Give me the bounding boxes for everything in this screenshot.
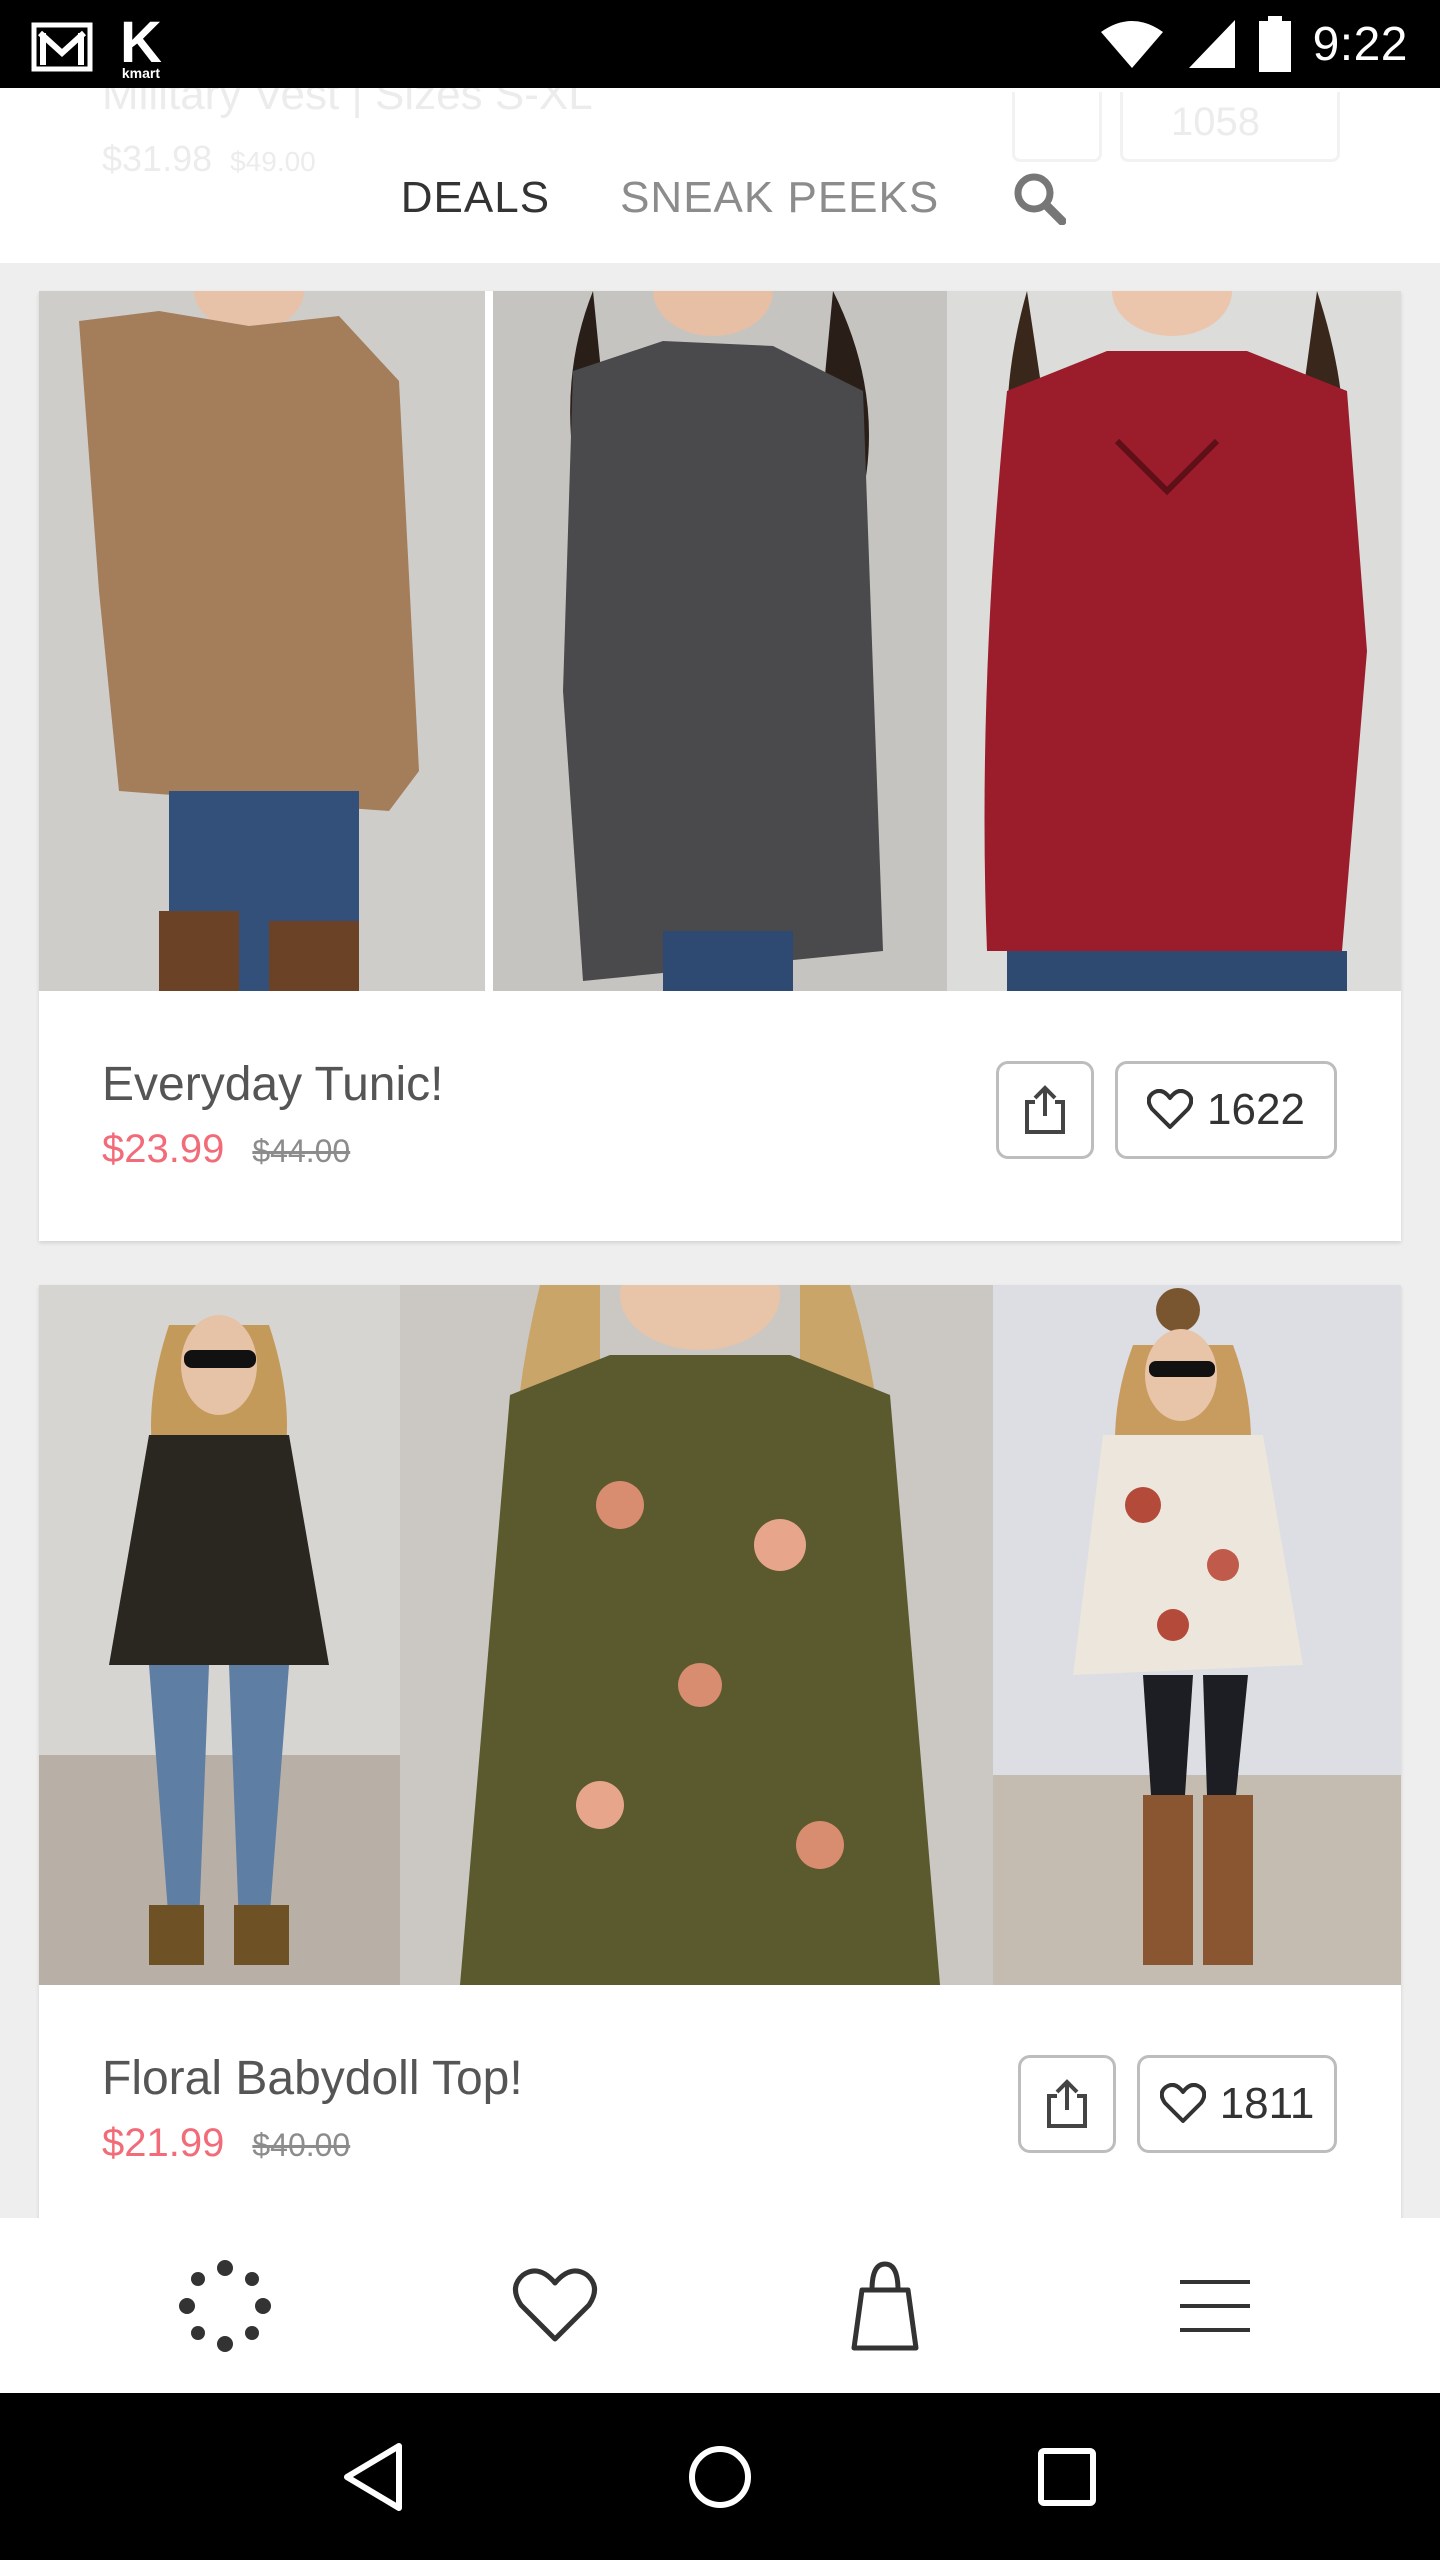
share-button[interactable] (1018, 2055, 1116, 2153)
product-photo (993, 1285, 1401, 1985)
recents-button[interactable] (1007, 2417, 1127, 2537)
feed-icon (179, 2259, 271, 2352)
top-header: Military Vest | Sizes S-XL $31.98 $49.00 … (0, 88, 1440, 263)
like-button[interactable]: 1811 (1137, 2055, 1337, 2153)
ghost-title: Military Vest | Sizes S-XL (102, 88, 593, 119)
nav-bag-button[interactable] (825, 2246, 945, 2366)
sale-price: $21.99 (102, 2121, 225, 2165)
share-button[interactable] (996, 1061, 1094, 1159)
clock: 9:22 (1312, 17, 1408, 71)
product-photo (947, 291, 1401, 991)
product-title[interactable]: Floral Babydoll Top! (102, 2051, 523, 2106)
heart-icon (1147, 1089, 1194, 1129)
like-button[interactable]: 1622 (1115, 1061, 1337, 1159)
search-icon (1014, 173, 1067, 225)
tab-bar: DEALS SNEAK PEEKS (0, 148, 1440, 248)
home-icon (688, 2445, 751, 2508)
deals-feed[interactable]: Everyday Tunic! $23.99 $44.00 1622 Flora… (0, 263, 1440, 2218)
kmart-icon: K kmart (120, 10, 162, 81)
like-count: 1811 (1219, 2079, 1315, 2128)
share-icon (1025, 1085, 1065, 1134)
shopping-bag-icon (851, 2260, 919, 2350)
nav-feed-button[interactable] (165, 2246, 285, 2366)
home-button[interactable] (660, 2417, 780, 2537)
heart-icon (513, 2267, 597, 2341)
tab-deals[interactable]: DEALS (401, 173, 550, 223)
notification-icons: K kmart (30, 14, 162, 80)
status-bar: K kmart 9:22 (0, 0, 1440, 88)
search-button[interactable] (1009, 168, 1069, 228)
heart-icon (1159, 2083, 1206, 2123)
product-image-collage[interactable] (39, 291, 1401, 991)
like-count: 1622 (1207, 1085, 1305, 1134)
battery-icon (1258, 16, 1291, 72)
original-price: $44.00 (252, 1133, 351, 1169)
nav-favorites-button[interactable] (495, 2246, 615, 2366)
signal-icon (1188, 20, 1235, 68)
back-icon (344, 2442, 403, 2511)
back-button[interactable] (313, 2417, 433, 2537)
product-photo (39, 1285, 400, 1985)
product-price: $21.99 $40.00 (102, 2121, 350, 2166)
sale-price: $23.99 (102, 1127, 225, 1171)
product-photo (493, 291, 947, 991)
recents-icon (1037, 2447, 1096, 2506)
product-photo (400, 1285, 993, 1985)
nav-menu-button[interactable] (1155, 2246, 1275, 2366)
system-nav-bar (0, 2393, 1440, 2560)
gmail-icon (31, 22, 93, 72)
original-price: $40.00 (252, 2127, 351, 2163)
wifi-icon (1100, 21, 1163, 68)
product-card[interactable]: Floral Babydoll Top! $21.99 $40.00 1811 (39, 1285, 1401, 2218)
share-icon (1047, 2079, 1087, 2128)
product-image-collage[interactable] (39, 1285, 1401, 1985)
product-card[interactable]: Everyday Tunic! $23.99 $44.00 1622 (39, 291, 1401, 1241)
product-title[interactable]: Everyday Tunic! (102, 1057, 443, 1112)
menu-icon (1180, 2279, 1250, 2332)
bottom-nav (0, 2218, 1440, 2393)
product-price: $23.99 $44.00 (102, 1127, 350, 1172)
tab-sneak-peeks[interactable]: SNEAK PEEKS (620, 173, 939, 223)
product-photo (39, 291, 485, 991)
